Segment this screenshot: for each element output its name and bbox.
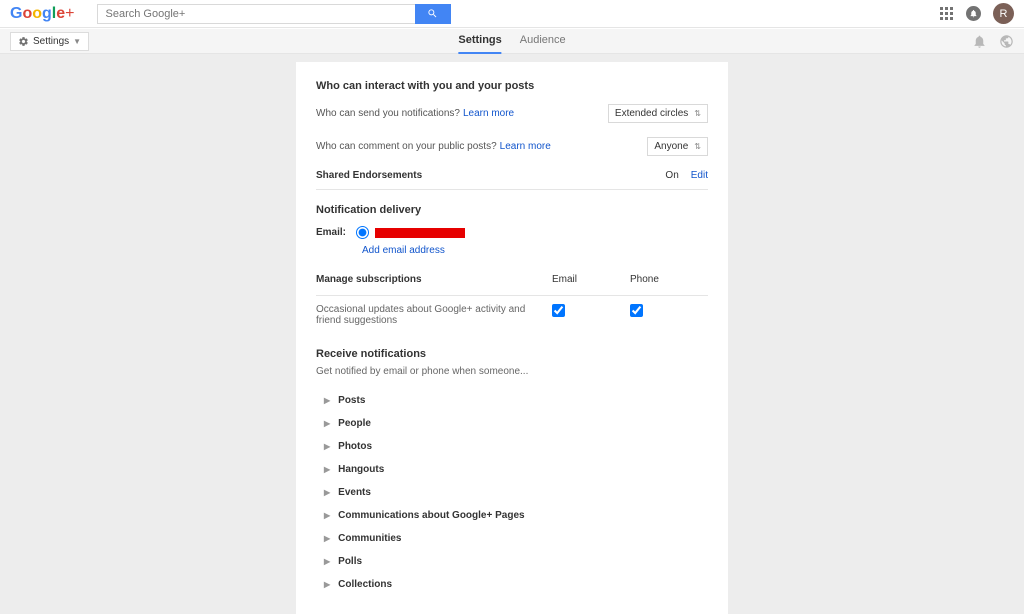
notif-select[interactable]: Extended circles ⇅ [608, 104, 708, 123]
expand-label: Events [338, 487, 371, 498]
subheader: Settings ▼ Settings Audience [0, 28, 1024, 54]
expand-label: People [338, 418, 371, 429]
tab-audience[interactable]: Audience [520, 28, 566, 54]
expand-events[interactable]: ▶ Events [316, 481, 708, 504]
expand-label: Posts [338, 395, 365, 406]
settings-label: Settings [33, 36, 69, 47]
email-row: Email: [316, 226, 708, 239]
section-interact-title: Who can interact with you and your posts [316, 80, 708, 92]
expand-posts[interactable]: ▶ Posts [316, 389, 708, 412]
notif-label: Who can send you notifications? [316, 108, 460, 119]
expand-communities[interactable]: ▶ Communities [316, 527, 708, 550]
arrow-icon: ▶ [324, 488, 330, 497]
expand-label: Polls [338, 556, 362, 567]
email-redacted [375, 228, 465, 238]
comment-select[interactable]: Anyone ⇅ [647, 137, 708, 156]
expand-polls[interactable]: ▶ Polls [316, 550, 708, 573]
apps-icon[interactable] [940, 7, 954, 21]
arrow-icon: ▶ [324, 534, 330, 543]
tabs: Settings Audience [458, 28, 565, 54]
search-button[interactable] [415, 4, 451, 24]
add-email-link[interactable]: Add email address [362, 245, 708, 256]
search-form [97, 4, 451, 24]
endorsements-status: On [665, 170, 678, 181]
chevron-down-icon: ▼ [73, 37, 81, 46]
select-chevron-icon: ⇅ [694, 109, 701, 118]
tab-settings[interactable]: Settings [458, 28, 501, 54]
expand-label: Hangouts [338, 464, 384, 475]
row-comments: Who can comment on your public posts? Le… [316, 137, 708, 156]
arrow-icon: ▶ [324, 396, 330, 405]
sub-phone-checkbox[interactable] [630, 304, 643, 317]
col-phone: Phone [630, 274, 708, 285]
arrow-icon: ▶ [324, 419, 330, 428]
sub-email-checkbox[interactable] [552, 304, 565, 317]
globe-icon[interactable] [999, 34, 1014, 49]
comment-learn-more[interactable]: Learn more [500, 141, 551, 152]
receive-subtext: Get notified by email or phone when some… [316, 366, 708, 377]
bell-outline-icon[interactable] [972, 34, 987, 49]
arrow-icon: ▶ [324, 465, 330, 474]
expand-label: Photos [338, 441, 372, 452]
notifications-icon[interactable] [966, 6, 981, 21]
subheader-right [972, 34, 1014, 49]
expand-label: Communities [338, 533, 401, 544]
arrow-icon: ▶ [324, 557, 330, 566]
subscriptions-title: Manage subscriptions [316, 274, 552, 285]
header: Google+ R [0, 0, 1024, 28]
subscription-row: Occasional updates about Google+ activit… [316, 295, 708, 334]
section-receive-title: Receive notifications [316, 348, 708, 360]
endorsements-edit[interactable]: Edit [691, 170, 708, 181]
header-actions: R [940, 3, 1014, 24]
settings-dropdown[interactable]: Settings ▼ [10, 32, 89, 51]
expand-photos[interactable]: ▶ Photos [316, 435, 708, 458]
main-panel: Who can interact with you and your posts… [296, 62, 728, 614]
gear-icon [18, 36, 29, 47]
subscriptions-header: Manage subscriptions Email Phone [316, 274, 708, 285]
arrow-icon: ▶ [324, 442, 330, 451]
comment-select-value: Anyone [654, 141, 688, 152]
notif-select-value: Extended circles [615, 108, 688, 119]
avatar[interactable]: R [993, 3, 1014, 24]
arrow-icon: ▶ [324, 511, 330, 520]
row-endorsements: Shared Endorsements On Edit [316, 170, 708, 181]
subscription-text: Occasional updates about Google+ activit… [316, 304, 552, 326]
search-input[interactable] [97, 4, 415, 24]
expand-label: Collections [338, 579, 392, 590]
expand-hangouts[interactable]: ▶ Hangouts [316, 458, 708, 481]
search-icon [427, 8, 438, 19]
select-chevron-icon: ⇅ [694, 142, 701, 151]
comment-label: Who can comment on your public posts? [316, 141, 497, 152]
expand-label: Communications about Google+ Pages [338, 510, 524, 521]
section-delivery-title: Notification delivery [316, 204, 708, 216]
email-radio[interactable] [356, 226, 369, 239]
divider [316, 189, 708, 190]
expand-collections[interactable]: ▶ Collections [316, 573, 708, 596]
google-plus-logo: Google+ [10, 5, 75, 23]
col-email: Email [552, 274, 630, 285]
arrow-icon: ▶ [324, 580, 330, 589]
notif-learn-more[interactable]: Learn more [463, 108, 514, 119]
expand-people[interactable]: ▶ People [316, 412, 708, 435]
endorsements-title: Shared Endorsements [316, 170, 422, 181]
email-label: Email: [316, 227, 356, 238]
row-notifications: Who can send you notifications? Learn mo… [316, 104, 708, 123]
